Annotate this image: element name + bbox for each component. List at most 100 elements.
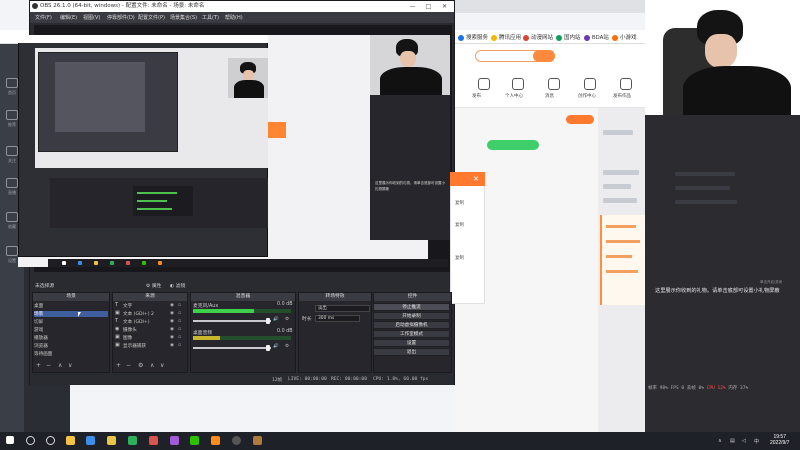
wechat-icon[interactable] [190,436,199,445]
obs-icon[interactable] [232,436,241,445]
source-item[interactable]: 文本 (GDI+) [123,319,150,325]
file-explorer-icon[interactable] [66,436,75,445]
start-recording-button[interactable]: 开始录制 [373,312,450,320]
ime-icon[interactable]: 中 [754,438,759,445]
bookmark-3[interactable]: 国内站 [556,33,581,41]
green-app-icon[interactable] [128,436,137,445]
lock-icon[interactable]: ▫ [178,303,181,308]
maximize-icon[interactable]: □ [424,2,433,11]
notice-line [606,240,640,243]
settings-icon[interactable] [6,246,18,256]
search-icon[interactable] [26,436,35,445]
bookmark-5[interactable]: 小游戏 [612,33,637,41]
volume-slider-knob[interactable] [266,345,270,351]
user-icon[interactable] [512,78,524,90]
purple-app-icon[interactable] [170,436,179,445]
menu-edit[interactable]: 编辑(E) [60,14,77,21]
settings-button[interactable]: 设置 [373,339,450,347]
stop-streaming-button[interactable]: 停止推流 [373,303,450,311]
lock-icon[interactable]: ▫ [178,343,181,348]
start-live-button[interactable] [566,115,594,124]
scene-item[interactable]: 场景 [34,311,108,317]
windows-start-icon[interactable] [6,436,14,444]
task-view-icon[interactable] [46,436,55,445]
store-icon[interactable] [107,436,116,445]
lock-icon[interactable]: ▫ [178,311,181,316]
site-search-button[interactable] [533,50,555,62]
lock-icon[interactable]: ▫ [178,335,181,340]
bookmark-2[interactable]: 动漫网站 [523,33,553,41]
recommend-icon[interactable] [6,110,18,120]
orange-app-icon[interactable] [211,436,220,445]
notice-line [606,255,632,258]
browser-icon[interactable] [86,436,95,445]
browser-tab-strip[interactable] [455,0,645,13]
home-icon[interactable] [6,78,18,88]
close-icon[interactable]: ✕ [440,2,449,11]
edit-icon[interactable] [620,78,632,90]
live-icon[interactable] [6,178,18,188]
nested-meter [137,208,172,210]
taskbar-clock[interactable]: 19:57 2022/9/7 [770,434,789,446]
menu-profile[interactable]: 配置文件(P) [138,14,165,21]
favorite-icon[interactable] [6,212,18,222]
eye-icon[interactable]: ◉ [170,311,174,316]
transition-select[interactable]: 淡出 [315,305,370,312]
menu-tools[interactable]: 工具(T) [202,14,219,21]
volume-icon[interactable]: ◁ [742,438,746,444]
source-item[interactable]: 显示器捕获 [123,343,146,349]
scene-item[interactable]: 等待画面 [34,351,108,357]
bookmark-4[interactable]: BDA站 [584,33,609,41]
menu-view[interactable]: 视图(V) [83,14,100,21]
network-icon[interactable]: ▤ [730,438,735,444]
source-item[interactable]: 文本 (GDI+) 2 [123,311,154,317]
message-icon[interactable] [548,78,560,90]
scene-item[interactable]: 浏览器 [34,343,108,349]
filters-button[interactable]: ◐ 滤镜 [170,282,185,289]
menu-file[interactable]: 文件(F) [35,14,52,21]
lock-icon[interactable]: ▫ [178,319,181,324]
bookmark-1[interactable]: 腾讯应用 [491,33,521,41]
eye-icon[interactable]: ◉ [170,335,174,340]
lock-icon[interactable]: ▫ [178,327,181,332]
scene-item[interactable]: 桌面 [34,303,108,309]
menu-docks[interactable]: 停靠部件(D) [107,14,135,21]
start-virtual-camera-button[interactable]: 启动虚拟摄像机 [373,321,450,329]
controls-dock-title: 控件 [374,293,451,301]
volume-slider-track[interactable] [193,347,271,349]
eye-icon[interactable]: ◉ [170,327,174,332]
menu-scene-collection[interactable]: 场景集合(S) [170,14,197,21]
speaker-icon[interactable]: 🔊 [273,317,279,322]
speaker-icon[interactable]: 🔊 [273,344,279,349]
source-item[interactable]: 文字 [123,303,132,309]
eye-icon[interactable]: ◉ [170,319,174,324]
create-icon[interactable] [584,78,596,90]
properties-button[interactable]: ⚙ 属性 [146,282,161,289]
scene-item[interactable]: 播放器 [34,335,108,341]
bookmark-icon [523,34,529,41]
scene-item[interactable]: 切屏 [34,319,108,325]
publish-icon[interactable] [478,78,490,90]
color-app-icon[interactable] [149,436,158,445]
menu-help[interactable]: 帮助(H) [225,14,243,21]
studio-mode-button[interactable]: 工作室模式 [373,330,450,338]
brown-app-icon[interactable] [253,436,262,445]
exit-button[interactable]: 退出 [373,348,450,356]
gear-icon[interactable]: ⚙ [285,344,289,349]
eye-icon[interactable]: ◉ [170,343,174,348]
duration-input[interactable]: 300 ms [315,315,360,322]
minimize-icon[interactable]: — [408,2,417,11]
volume-slider-knob[interactable] [266,318,270,324]
source-item[interactable]: 图像 [123,335,132,341]
go-live-button[interactable] [487,140,539,150]
bookmark-0[interactable]: 搜索服务 [458,33,488,41]
gear-icon[interactable]: ⚙ [285,317,289,322]
volume-slider-track[interactable] [193,320,271,322]
source-item[interactable]: 摄像头 [123,327,137,333]
follow-icon[interactable] [6,146,18,156]
obs-title-bar[interactable]: OBS 26.1.0 (64-bit, windows) - 配置文件: 未命名… [30,1,454,12]
tray-expand-icon[interactable]: ∧ [718,438,722,444]
scene-item[interactable]: 游戏 [34,327,108,333]
eye-icon[interactable]: ◉ [170,303,174,308]
toast-close-icon[interactable]: × [470,172,482,186]
